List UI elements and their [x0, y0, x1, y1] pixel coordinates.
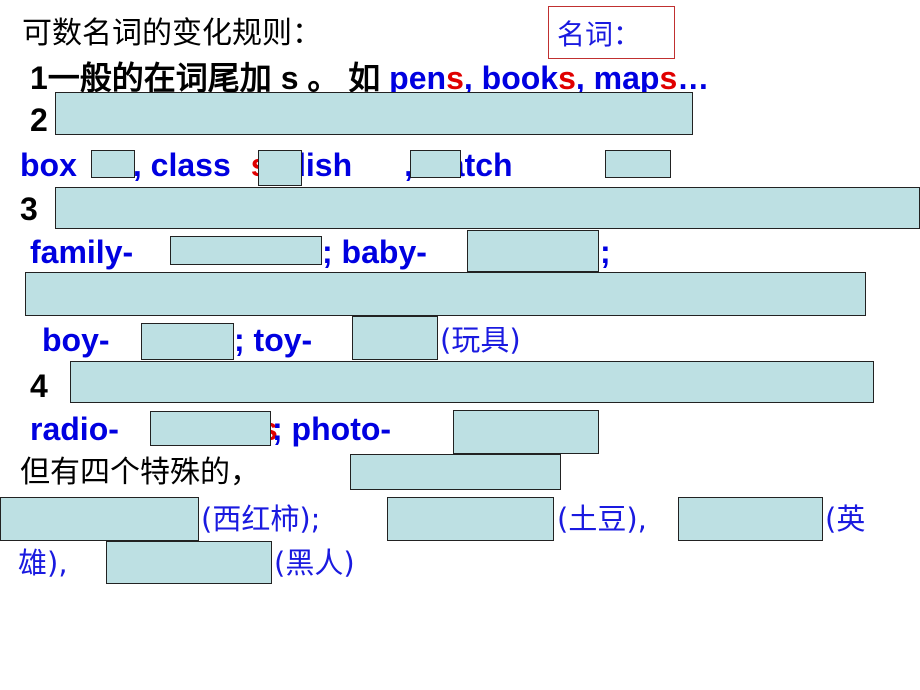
rule-4-number: 4	[30, 368, 48, 404]
suffix-s: s	[446, 60, 464, 96]
rule-3-number: 3	[20, 191, 38, 227]
answer-mask[interactable]	[70, 361, 874, 403]
example-family: family-	[30, 234, 134, 270]
answer-mask[interactable]	[605, 150, 671, 178]
example-photo: ; photo-	[272, 411, 392, 447]
negro-translation: (黑人)	[274, 546, 355, 580]
hero-translation-start: (英	[825, 502, 866, 536]
example-box: box	[20, 147, 77, 183]
example-map: map	[593, 60, 660, 96]
answer-mask[interactable]	[141, 323, 234, 360]
answer-mask[interactable]	[0, 497, 199, 541]
example-book: book	[481, 60, 559, 96]
special-intro: 但有四个特殊的，	[20, 456, 260, 489]
suffix-s: s	[558, 60, 576, 96]
noun-tag: 名词：	[548, 6, 675, 59]
answer-mask[interactable]	[350, 454, 561, 490]
sep: ,	[463, 60, 482, 96]
ellipsis: …	[677, 60, 710, 96]
answer-mask[interactable]	[150, 411, 271, 446]
rule-2-number: 2	[30, 102, 48, 138]
suffix-s: s	[659, 60, 678, 96]
hero-translation-end: 雄),	[18, 546, 68, 580]
example-class: , class	[132, 147, 231, 183]
rule-1-text: 1一般的在词尾加 s 。 如	[30, 60, 390, 96]
answer-mask[interactable]	[55, 187, 920, 229]
answer-mask[interactable]	[106, 541, 272, 584]
example-toy: ; toy-	[234, 322, 313, 358]
answer-mask[interactable]	[352, 316, 438, 360]
answer-mask[interactable]	[467, 230, 599, 272]
answer-mask[interactable]	[258, 150, 302, 186]
example-baby: ; baby-	[322, 234, 427, 270]
example-radio: radio-	[30, 411, 119, 447]
toy-translation: (玩具)	[440, 323, 521, 357]
answer-mask[interactable]	[453, 410, 599, 454]
example-pen: pen	[389, 60, 447, 96]
tomato-translation: (西红柿);	[201, 502, 321, 536]
answer-mask[interactable]	[55, 92, 693, 135]
answer-mask[interactable]	[170, 236, 322, 265]
sep: ,	[575, 60, 594, 96]
answer-mask[interactable]	[25, 272, 866, 316]
answer-mask[interactable]	[678, 497, 823, 541]
semicolon: ;	[600, 234, 611, 270]
noun-tag-label: 名词：	[557, 18, 642, 51]
answer-mask[interactable]	[410, 150, 461, 178]
answer-mask[interactable]	[387, 497, 554, 541]
answer-mask[interactable]	[91, 150, 135, 178]
slide-title: 可数名词的变化规则：	[22, 17, 322, 50]
example-boy: boy-	[42, 322, 110, 358]
potato-translation: (土豆),	[557, 502, 647, 536]
